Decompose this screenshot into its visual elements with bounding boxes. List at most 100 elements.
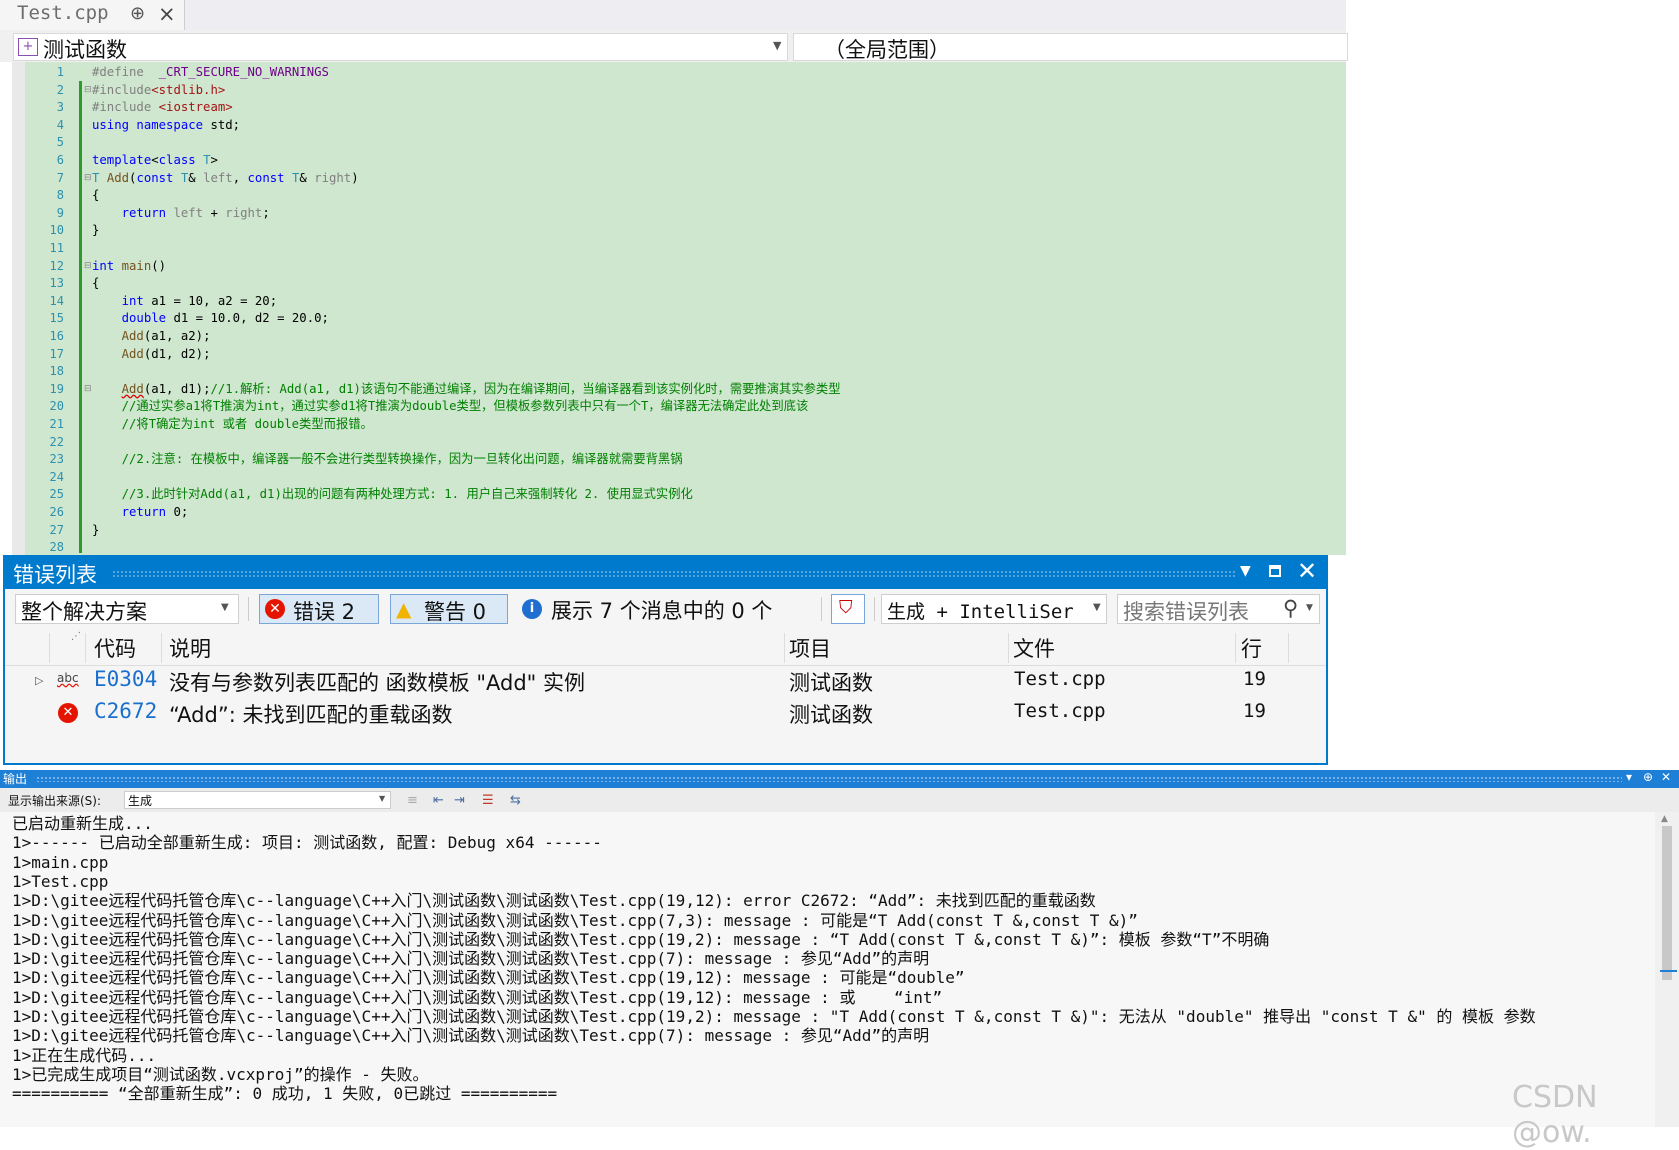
tab-test-cpp[interactable]: Test.cpp ⊕ × (0, 0, 185, 30)
error-file: Test.cpp (1014, 700, 1106, 722)
clear-all-icon[interactable]: ☰ (482, 793, 494, 808)
error-code-link[interactable]: E0304 (94, 667, 157, 691)
fold-marker-icon[interactable]: ⊟ (84, 258, 92, 276)
column-header-description[interactable]: 说明 (169, 633, 211, 663)
column-separator (1235, 633, 1236, 663)
dropdown-menu-icon[interactable]: ▾ (1626, 770, 1632, 784)
output-line: 1>D:\gitee远程代码托管仓库\c--language\C++入门\测试函… (12, 968, 965, 988)
project-icon: + (18, 38, 38, 56)
editor-gutter (12, 62, 25, 555)
previous-message-icon[interactable]: ⇤ (433, 793, 444, 808)
filter-button[interactable]: ⛉ (831, 594, 865, 624)
chevron-down-icon: ▼ (1306, 603, 1313, 613)
code-line: Add(a1, d1);//1.解析: Add(a1, d1)该语句不能通过编译… (121, 381, 841, 396)
dropdown-menu-icon[interactable]: ▼ (1240, 563, 1251, 579)
column-header-code[interactable]: 代码 (94, 633, 136, 663)
next-message-icon[interactable]: ⇥ (454, 793, 465, 808)
output-titlebar[interactable]: 输出 ▾ ⊕ ✕ (0, 770, 1679, 788)
search-placeholder: 搜索错误列表 (1123, 600, 1249, 624)
chevron-down-icon: ▼ (379, 794, 386, 803)
word-wrap-icon[interactable]: ⇆ (510, 793, 521, 808)
close-icon[interactable]: × (158, 2, 176, 26)
column-header-project[interactable]: 项目 (789, 633, 831, 663)
error-description: 没有与参数列表匹配的 函数模板 "Add" 实例 (169, 671, 585, 695)
column-header-line[interactable]: 行 (1241, 633, 1262, 663)
code-line: template<class T> (92, 153, 218, 167)
scroll-up-icon[interactable]: ▲ (1661, 814, 1668, 824)
code-line: //2.注意: 在模板中，编译器一般不会进行类型转换操作，因为一旦转化出问题，编… (121, 452, 683, 467)
fold-marker-icon[interactable]: ⊟ (84, 381, 92, 399)
messages-label[interactable]: 展示 7 个消息中的 0 个 (551, 595, 772, 625)
code-editor[interactable]: 1 2 3 4 5 6 7 8 9 10 11 12 13 14 15 16 17 18 19 20 21 22 23 24 2… (0, 62, 1346, 555)
line-number: 7 (56, 170, 64, 185)
errors-label: 错误 2 (293, 600, 356, 624)
table-row[interactable]: ✕ C2672 “Add”: 未找到匹配的重载函数 测试函数 Test.cpp … (5, 697, 1326, 729)
line-number: 15 (49, 311, 64, 326)
search-error-list-input[interactable]: 搜索错误列表 ⚲ ▼ (1117, 594, 1320, 624)
output-line: 已启动重新生成... (12, 814, 153, 833)
fold-marker-icon[interactable]: ⊟ (84, 82, 92, 100)
close-icon[interactable]: ✕ (1661, 770, 1671, 784)
errors-filter-button[interactable]: ✕ 错误 2 (259, 594, 379, 624)
code-line: using namespace std; (92, 117, 241, 132)
warnings-filter-button[interactable]: ▲ 警告 0 (390, 594, 508, 624)
scope-dropdown[interactable]: （全局范围） (793, 33, 1348, 62)
line-number: 23 (49, 452, 64, 467)
output-line: 1>D:\gitee远程代码托管仓库\c--language\C++入门\测试函… (12, 1026, 930, 1046)
output-line: 1>正在生成代码... (12, 1045, 157, 1065)
intellisense-abc-icon: abc (57, 671, 79, 685)
scope-dropdown[interactable]: 整个解决方案 ▼ (15, 594, 239, 624)
error-table-header: ⋰ 代码 说明 项目 文件 行 (5, 629, 1326, 666)
close-icon[interactable]: ✕ (1297, 557, 1317, 585)
pin-icon[interactable]: ⊕ (1643, 770, 1653, 784)
build-filter-dropdown[interactable]: 生成 + IntelliSer ▼ (881, 594, 1107, 624)
column-header-file[interactable]: 文件 (1013, 633, 1055, 663)
info-icon[interactable]: i (522, 599, 542, 619)
code-line: return left + right; (121, 205, 270, 220)
error-description: “Add”: 未找到匹配的重载函数 (169, 703, 453, 727)
error-list-panel: 错误列表 ▼ ✕ 整个解决方案 ▼ ✕ 错误 2 ▲ 警告 0 i 展示 7 个… (3, 555, 1328, 765)
output-line: 1>D:\gitee远程代码托管仓库\c--language\C++入门\测试函… (12, 891, 1096, 911)
output-line: 1>D:\gitee远程代码托管仓库\c--language\C++入门\测试函… (12, 929, 1270, 949)
output-line: 1>------ 已启动全部重新生成: 项目: 测试函数, 配置: Debug … (12, 833, 602, 853)
output-line: 1>D:\gitee远程代码托管仓库\c--language\C++入门\测试函… (12, 987, 943, 1007)
output-text-area[interactable]: 已启动重新生成... 1>------ 已启动全部重新生成: 项目: 测试函数, … (0, 812, 1655, 1127)
output-line: 1>D:\gitee远程代码托管仓库\c--language\C++入门\测试函… (12, 949, 930, 969)
line-number: 18 (49, 364, 64, 379)
output-source-dropdown[interactable]: 生成 ▼ (124, 791, 391, 809)
warning-icon: ▲ (396, 597, 412, 621)
code-line: int main() (92, 258, 167, 273)
line-number: 13 (49, 276, 64, 291)
line-number: 20 (49, 399, 64, 414)
expand-arrow-icon[interactable]: ▷ (35, 674, 43, 687)
error-list-titlebar[interactable]: 错误列表 ▼ ✕ (5, 557, 1326, 589)
error-code-link[interactable]: C2672 (94, 699, 157, 723)
error-project: 测试函数 (789, 703, 873, 727)
pin-icon[interactable]: ⊕ (130, 3, 145, 24)
code-line: #include <iostream> (92, 100, 233, 115)
output-line: 1>main.cpp (12, 852, 109, 872)
line-number: 27 (49, 522, 64, 537)
fold-marker-icon[interactable]: ⊟ (84, 170, 92, 188)
column-separator (85, 633, 86, 663)
maximize-icon[interactable] (1269, 565, 1281, 577)
scope-label: （全局范围） (824, 38, 950, 62)
code-line: #include<stdlib.h> (92, 82, 226, 97)
sort-icon[interactable]: ⋰ (71, 631, 81, 642)
scrollbar-thumb[interactable] (1662, 826, 1672, 980)
error-line: 19 (1243, 700, 1266, 722)
line-number: 16 (49, 329, 64, 343)
column-separator (49, 633, 50, 663)
column-separator (1288, 633, 1289, 663)
code-line: } (92, 223, 100, 238)
line-number: 26 (49, 505, 64, 519)
project-dropdown[interactable]: + 测试函数 ▼ (13, 33, 788, 62)
table-row[interactable]: ▷ abc E0304 没有与参数列表匹配的 函数模板 "Add" 实例 测试函… (5, 665, 1326, 697)
line-number: 11 (49, 241, 64, 255)
tab-title: Test.cpp (17, 2, 109, 24)
line-number: 17 (49, 346, 64, 361)
find-message-icon[interactable]: ≡ (407, 793, 418, 808)
panel-title: 输出 (3, 772, 28, 786)
line-number: 22 (49, 434, 64, 449)
output-toolbar: 显示输出来源(S): 生成 ▼ ≡ ⇤ ⇥ ☰ ⇆ (0, 788, 1679, 812)
